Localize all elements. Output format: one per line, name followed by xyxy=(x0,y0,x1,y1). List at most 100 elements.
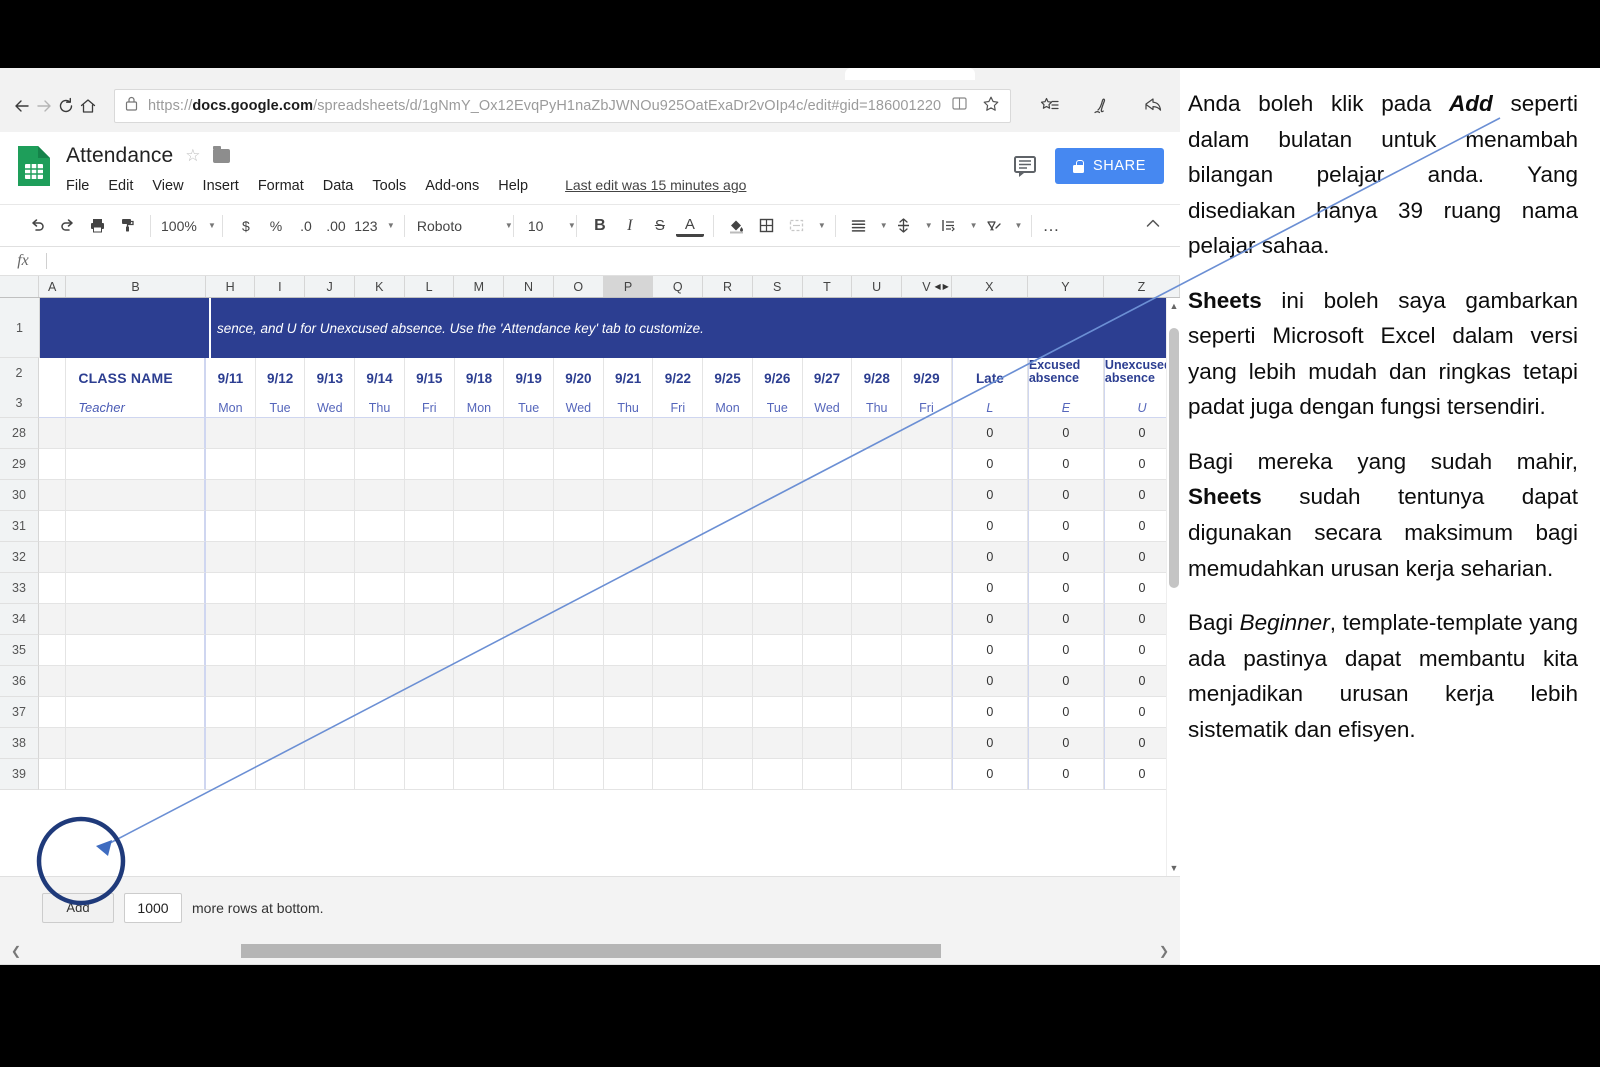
table-row[interactable]: 36 0 0 0 xyxy=(0,666,1180,697)
table-cell[interactable] xyxy=(504,449,554,480)
column-header-X[interactable]: X xyxy=(951,276,1028,297)
horizontal-scrollbar[interactable]: ❮ ❯ xyxy=(0,938,1180,964)
horizontal-align-icon[interactable] xyxy=(845,212,873,240)
table-cell[interactable] xyxy=(653,604,704,635)
table-cell[interactable] xyxy=(752,759,803,790)
table-cell[interactable] xyxy=(802,728,853,759)
row-header-34[interactable]: 34 xyxy=(0,604,40,635)
table-row[interactable]: 34 0 0 0 xyxy=(0,604,1180,635)
column-header-R[interactable]: R xyxy=(703,276,753,297)
summary-cell[interactable]: 0 xyxy=(1027,480,1104,511)
horizontal-scroll-thumb[interactable] xyxy=(241,944,941,958)
cell-N3[interactable]: Tue xyxy=(504,388,555,418)
table-cell[interactable] xyxy=(752,480,803,511)
column-header-T[interactable]: T xyxy=(802,276,853,297)
table-cell[interactable] xyxy=(66,666,206,697)
table-cell[interactable] xyxy=(603,697,654,728)
row-header-31[interactable]: 31 xyxy=(0,511,40,542)
row-header-36[interactable]: 36 xyxy=(0,666,40,697)
scroll-right-icon[interactable]: ▶ xyxy=(943,282,949,291)
table-cell[interactable] xyxy=(354,635,405,666)
table-cell[interactable] xyxy=(454,759,505,790)
table-cell[interactable] xyxy=(902,480,952,511)
summary-cell[interactable]: 0 xyxy=(1027,511,1104,542)
table-cell[interactable] xyxy=(553,697,604,728)
menu-item-file[interactable]: File xyxy=(66,178,89,194)
summary-cell[interactable]: 0 xyxy=(951,573,1028,604)
menu-item-insert[interactable]: Insert xyxy=(203,178,239,194)
column-header-Q[interactable]: Q xyxy=(653,276,704,297)
summary-cell[interactable]: 0 xyxy=(951,511,1028,542)
borders-icon[interactable] xyxy=(753,212,781,240)
table-cell[interactable] xyxy=(802,666,853,697)
table-cell[interactable] xyxy=(66,697,206,728)
table-row[interactable]: 32 0 0 0 xyxy=(0,542,1180,573)
table-cell[interactable] xyxy=(404,728,455,759)
summary-cell[interactable]: 0 xyxy=(951,635,1028,666)
table-cell[interactable] xyxy=(454,542,505,573)
cell-Q2[interactable]: 9/22 xyxy=(653,358,704,388)
table-cell[interactable] xyxy=(802,573,853,604)
column-header-K[interactable]: K xyxy=(354,276,405,297)
table-cell[interactable] xyxy=(255,511,306,542)
table-cell[interactable] xyxy=(354,418,405,449)
table-cell[interactable] xyxy=(39,418,67,449)
table-cell[interactable] xyxy=(852,759,903,790)
table-cell[interactable] xyxy=(205,604,256,635)
table-cell[interactable] xyxy=(454,728,505,759)
summary-cell[interactable]: 0 xyxy=(951,418,1028,449)
cell-Q3[interactable]: Fri xyxy=(653,388,704,418)
table-cell[interactable] xyxy=(255,542,306,573)
table-cell[interactable] xyxy=(553,759,604,790)
column-header-S[interactable]: S xyxy=(752,276,803,297)
summary-cell[interactable]: 0 xyxy=(951,604,1028,635)
table-cell[interactable] xyxy=(752,418,803,449)
back-arrow-icon[interactable] xyxy=(12,86,32,126)
table-cell[interactable] xyxy=(603,604,654,635)
table-cell[interactable] xyxy=(703,666,753,697)
summary-cell[interactable]: 0 xyxy=(1027,666,1104,697)
row-header-1[interactable]: 1 xyxy=(0,298,40,358)
table-cell[interactable] xyxy=(66,480,206,511)
table-cell[interactable] xyxy=(752,542,803,573)
cell-J3[interactable]: Wed xyxy=(305,388,356,418)
table-cell[interactable] xyxy=(39,604,67,635)
zoom-control[interactable]: 100% ▼ xyxy=(151,218,222,234)
strikethrough-button[interactable]: S xyxy=(646,212,674,240)
table-cell[interactable] xyxy=(703,449,753,480)
column-header-P[interactable]: P xyxy=(603,276,654,297)
summary-cell[interactable]: 0 xyxy=(1027,728,1104,759)
table-cell[interactable] xyxy=(454,697,505,728)
cell-J2[interactable]: 9/13 xyxy=(305,358,356,388)
table-cell[interactable] xyxy=(603,666,654,697)
table-cell[interactable] xyxy=(255,759,306,790)
chevron-down-icon[interactable]: ▼ xyxy=(970,221,978,230)
table-cell[interactable] xyxy=(66,418,206,449)
table-cell[interactable] xyxy=(305,635,355,666)
table-cell[interactable] xyxy=(553,418,604,449)
table-cell[interactable] xyxy=(504,728,554,759)
cell-X2[interactable]: Late xyxy=(951,358,1028,388)
table-cell[interactable] xyxy=(504,635,554,666)
cell-L3[interactable]: Fri xyxy=(404,388,455,418)
row-header-37[interactable]: 37 xyxy=(0,697,40,728)
table-cell[interactable] xyxy=(653,666,704,697)
cell-K2[interactable]: 9/14 xyxy=(355,358,405,388)
table-cell[interactable] xyxy=(603,418,654,449)
star-icon[interactable]: ☆ xyxy=(185,146,200,166)
table-cell[interactable] xyxy=(66,635,206,666)
add-rows-count-input[interactable]: 1000 xyxy=(124,892,182,923)
table-cell[interactable] xyxy=(354,449,405,480)
table-cell[interactable] xyxy=(752,666,803,697)
cell-H2[interactable]: 9/11 xyxy=(206,358,256,388)
table-cell[interactable] xyxy=(752,604,803,635)
table-cell[interactable] xyxy=(205,635,256,666)
summary-cell[interactable]: 0 xyxy=(951,542,1028,573)
summary-cell[interactable]: 0 xyxy=(951,697,1028,728)
table-cell[interactable] xyxy=(603,449,654,480)
summary-cell[interactable]: 0 xyxy=(1027,573,1104,604)
table-cell[interactable] xyxy=(305,759,355,790)
table-cell[interactable] xyxy=(802,418,853,449)
column-header-Y[interactable]: Y xyxy=(1027,276,1104,297)
table-cell[interactable] xyxy=(39,542,67,573)
